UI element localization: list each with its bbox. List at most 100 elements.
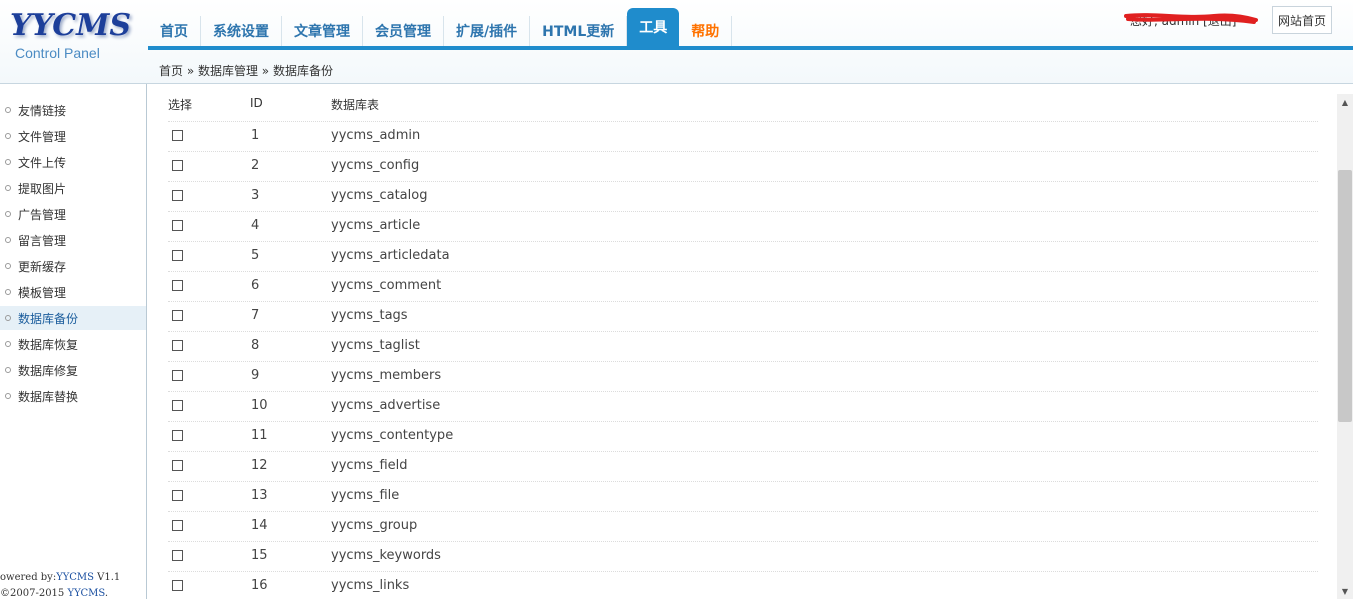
row-id: 2: [251, 158, 260, 173]
sidebar: 友情链接 文件管理 文件上传 提取图片 广告管理 留言管理 更新缓存 模板管理 …: [0, 84, 147, 599]
row-table-name: yycms_admin: [331, 128, 421, 143]
row-id: 3: [251, 188, 260, 203]
row-table-name: yycms_tags: [331, 308, 408, 323]
header-table-name: 数据库表: [331, 98, 380, 112]
powered-prefix: owered by:: [0, 572, 57, 583]
table-row: 14 yycms_group: [168, 511, 1318, 542]
sidebar-item-file-upload[interactable]: 文件上传: [0, 150, 146, 174]
sidebar-item-update-cache[interactable]: 更新缓存: [0, 254, 146, 278]
row-id: 12: [251, 458, 268, 473]
row-id: 4: [251, 218, 260, 233]
bullet-icon: [5, 289, 11, 295]
table-row: 2 yycms_config: [168, 151, 1318, 182]
copyright-suffix: .: [104, 588, 109, 599]
sidebar-item-database-replace[interactable]: 数据库替换: [0, 384, 146, 408]
row-select-checkbox[interactable]: [172, 460, 183, 471]
table-row: 15 yycms_keywords: [168, 541, 1318, 572]
sidebar-item-guestbook[interactable]: 留言管理: [0, 228, 146, 252]
sidebar-item-label: 更新缓存: [18, 259, 67, 274]
sidebar-item-file-management[interactable]: 文件管理: [0, 124, 146, 148]
scroll-down-arrow-icon[interactable]: ▼: [1337, 583, 1353, 599]
sidebar-item-label: 广告管理: [18, 207, 67, 222]
bullet-icon: [5, 133, 11, 139]
nav-help[interactable]: 帮助: [679, 16, 733, 46]
bullet-icon: [5, 393, 11, 399]
row-select-checkbox[interactable]: [172, 160, 183, 171]
main-content: 选择 ID 数据库表 1 yycms_admin 2 yycms_config 3 yyc…: [148, 84, 1337, 599]
sidebar-item-friend-links[interactable]: 友情链接: [0, 98, 146, 122]
nav-member-management[interactable]: 会员管理: [363, 16, 444, 46]
vertical-scrollbar[interactable]: ▲ ▼: [1337, 94, 1353, 599]
sidebar-item-label: 留言管理: [18, 233, 67, 248]
row-table-name: yycms_file: [331, 488, 400, 503]
row-select-checkbox[interactable]: [172, 580, 183, 591]
row-select-checkbox[interactable]: [172, 250, 183, 261]
bullet-icon: [5, 107, 11, 113]
nav-extensions[interactable]: 扩展/插件: [444, 16, 531, 46]
row-id: 16: [251, 578, 268, 593]
header-id: ID: [250, 96, 263, 110]
bullet-icon: [5, 237, 11, 243]
scroll-thumb[interactable]: [1338, 170, 1352, 422]
sidebar-item-label: 文件上传: [18, 155, 67, 170]
bullet-icon: [5, 341, 11, 347]
row-id: 1: [251, 128, 260, 143]
powered-link[interactable]: YYCMS: [56, 572, 94, 583]
row-select-checkbox[interactable]: [172, 520, 183, 531]
bullet-icon: [5, 263, 11, 269]
row-id: 7: [251, 308, 260, 323]
row-table-name: yycms_members: [331, 368, 442, 383]
sidebar-item-database-backup[interactable]: 数据库备份: [0, 306, 146, 330]
row-id: 13: [251, 488, 268, 503]
row-select-checkbox[interactable]: [172, 550, 183, 561]
row-table-name: yycms_article: [331, 218, 421, 233]
row-select-checkbox[interactable]: [172, 490, 183, 501]
table-row: 1 yycms_admin: [168, 121, 1318, 152]
row-table-name: yycms_config: [331, 158, 420, 173]
sidebar-item-ad-management[interactable]: 广告管理: [0, 202, 146, 226]
redaction-scribble: [1124, 13, 1258, 24]
sidebar-item-label: 提取图片: [18, 181, 67, 196]
site-home-button[interactable]: 网站首页: [1272, 6, 1332, 34]
row-id: 6: [251, 278, 260, 293]
scroll-up-arrow-icon[interactable]: ▲: [1337, 94, 1353, 110]
row-select-checkbox[interactable]: [172, 400, 183, 411]
table-row: 4 yycms_article: [168, 211, 1318, 242]
row-id: 9: [251, 368, 260, 383]
sidebar-item-extract-images[interactable]: 提取图片: [0, 176, 146, 200]
row-select-checkbox[interactable]: [172, 130, 183, 141]
header-select: 选择: [168, 98, 193, 112]
table-row: 7 yycms_tags: [168, 301, 1318, 332]
sidebar-item-label: 数据库修复: [18, 363, 79, 378]
row-select-checkbox[interactable]: [172, 280, 183, 291]
sidebar-item-label: 文件管理: [18, 129, 67, 144]
copyright-link[interactable]: YYCMS: [67, 588, 104, 599]
bullet-icon: [5, 315, 11, 321]
copyright-prefix: 2007-2015: [10, 588, 68, 599]
sidebar-item-database-repair[interactable]: 数据库修复: [0, 358, 146, 382]
version-text: V1.1: [93, 572, 121, 583]
sidebar-item-database-restore[interactable]: 数据库恢复: [0, 332, 146, 356]
table-row: 12 yycms_field: [168, 451, 1318, 482]
logo[interactable]: YYCMS Control Panel: [8, 8, 148, 78]
nav-system-settings[interactable]: 系统设置: [201, 16, 282, 46]
nav-html-update[interactable]: HTML更新: [530, 16, 628, 46]
nav-article-management[interactable]: 文章管理: [282, 16, 363, 46]
nav-tools[interactable]: 工具: [627, 8, 680, 46]
row-select-checkbox[interactable]: [172, 220, 183, 231]
row-select-checkbox[interactable]: [172, 310, 183, 321]
header: YYCMS Control Panel 首页 系统设置 文章管理 会员管理 扩展…: [0, 0, 1353, 84]
row-table-name: yycms_links: [331, 578, 410, 593]
row-table-name: yycms_advertise: [331, 398, 441, 413]
row-select-checkbox[interactable]: [172, 190, 183, 201]
table-row: 16 yycms_links: [168, 571, 1318, 599]
row-select-checkbox[interactable]: [172, 430, 183, 441]
bullet-icon: [5, 367, 11, 373]
row-select-checkbox[interactable]: [172, 370, 183, 381]
row-id: 15: [251, 548, 268, 563]
breadcrumb: 首页 » 数据库管理 » 数据库备份: [159, 64, 333, 78]
row-select-checkbox[interactable]: [172, 340, 183, 351]
sidebar-item-template-management[interactable]: 模板管理: [0, 280, 146, 304]
nav-home[interactable]: 首页: [148, 16, 201, 46]
bullet-icon: [5, 185, 11, 191]
